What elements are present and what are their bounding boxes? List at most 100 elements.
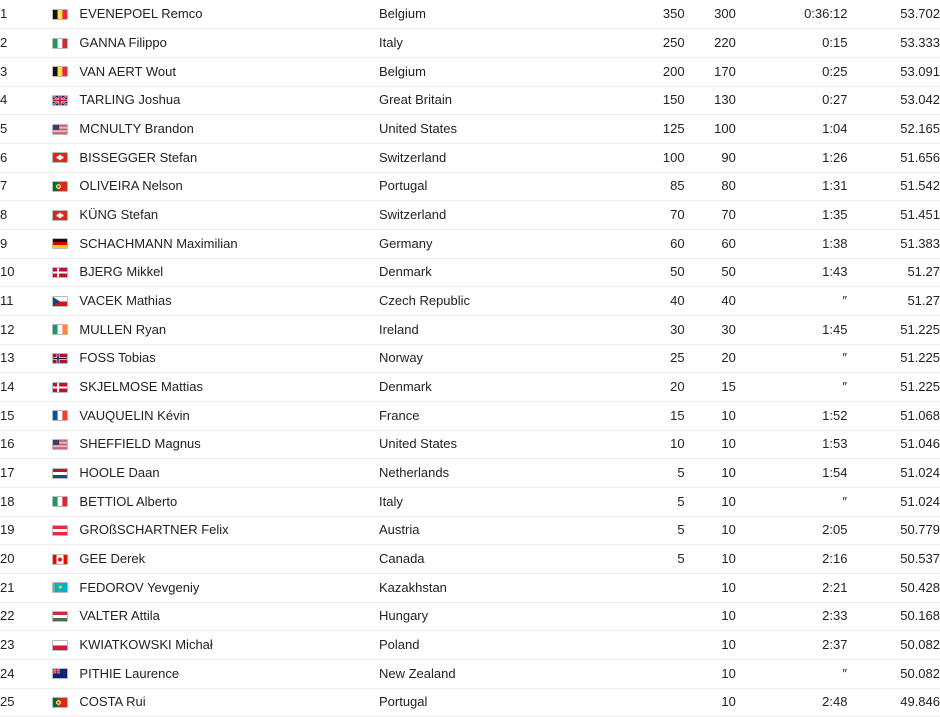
uci-points-cell: 60 — [626, 229, 685, 259]
flag-denmark-icon — [52, 266, 69, 278]
table-row[interactable]: 19 GROßSCHARTNER Felix Austria 5 10 2:05 50.77… — [0, 516, 940, 546]
rider-name-cell[interactable]: TARLING Joshua — [79, 86, 379, 116]
country-cell: Poland — [378, 630, 627, 660]
ranking-points-cell: 50 — [684, 258, 736, 288]
country-cell: Switzerland — [378, 143, 627, 173]
table-row[interactable]: 18 BETTIOL Alberto Italy 5 10 ″ 51.024 — [0, 487, 940, 517]
rank-cell: 18 — [0, 487, 53, 517]
rider-name-cell[interactable]: GANNA Filippo — [79, 28, 379, 58]
rank-cell: 17 — [0, 458, 53, 488]
table-row[interactable]: 6 BISSEGGER Stefan Switzerland 100 90 1:26 51.… — [0, 143, 940, 173]
time-cell: 1:26 — [735, 143, 848, 173]
avg-speed-cell: 53.042 — [847, 86, 940, 116]
table-row[interactable]: 9 SCHACHMANN Maximilian Germany 60 60 1:38 51.… — [0, 229, 940, 259]
table-row[interactable]: 23 KWIATKOWSKI Michał Poland 10 2:37 50.082 — [0, 630, 940, 660]
rider-name-cell[interactable]: BETTIOL Alberto — [79, 487, 379, 517]
flag-cell — [52, 86, 80, 116]
rider-name-cell[interactable]: FOSS Tobias — [79, 344, 379, 374]
table-row[interactable]: 12 MULLEN Ryan Ireland 30 30 1:45 51.225 — [0, 315, 940, 345]
table-row[interactable]: 16 SHEFFIELD Magnus United States 10 10 1:53 5… — [0, 430, 940, 460]
ranking-points-cell: 15 — [684, 372, 736, 402]
country-cell: Czech Republic — [378, 286, 627, 316]
table-row[interactable]: 7 OLIVEIRA Nelson Portugal 85 80 1:31 51.542 — [0, 172, 940, 202]
rider-name-cell[interactable]: VALTER Attila — [79, 602, 379, 632]
table-row[interactable]: 15 VAUQUELIN Kévin France 15 10 1:52 51.068 — [0, 401, 940, 431]
rider-name-cell[interactable]: VAUQUELIN Kévin — [79, 401, 379, 431]
time-cell: 1:04 — [735, 114, 848, 144]
table-row[interactable]: 25 COSTA Rui Portugal 10 2:48 49.846 — [0, 688, 940, 717]
rider-name-cell[interactable]: GEE Derek — [79, 544, 379, 574]
rider-name-cell[interactable]: FEDOROV Yevgeniy — [79, 573, 379, 603]
table-row[interactable]: 2 GANNA Filippo Italy 250 220 0:15 53.333 — [0, 28, 940, 58]
table-row[interactable]: 11 VACEK Mathias Czech Republic 40 40 ″ 51.27 — [0, 286, 940, 316]
country-cell: Italy — [378, 487, 627, 517]
flag-united-states-icon — [52, 123, 69, 135]
rider-name-cell[interactable]: SCHACHMANN Maximilian — [79, 229, 379, 259]
table-row[interactable]: 13 FOSS Tobias Norway 25 20 ″ 51.225 — [0, 344, 940, 374]
rider-name-cell[interactable]: KÜNG Stefan — [79, 200, 379, 230]
rider-name-cell[interactable]: KWIATKOWSKI Michał — [79, 630, 379, 660]
table-row[interactable]: 17 HOOLE Daan Netherlands 5 10 1:54 51.024 — [0, 458, 940, 488]
rider-name-cell[interactable]: MCNULTY Brandon — [79, 114, 379, 144]
rider-name-cell[interactable]: SHEFFIELD Magnus — [79, 430, 379, 460]
avg-speed-cell: 53.091 — [847, 57, 940, 87]
flag-cell — [52, 487, 80, 517]
country-cell: France — [378, 401, 627, 431]
country-cell: Denmark — [378, 372, 627, 402]
rider-name-cell[interactable]: SKJELMOSE Mattias — [79, 372, 379, 402]
table-row[interactable]: 22 VALTER Attila Hungary 10 2:33 50.168 — [0, 602, 940, 632]
rider-name-cell[interactable]: HOOLE Daan — [79, 458, 379, 488]
rider-name-cell[interactable]: GROßSCHARTNER Felix — [79, 516, 379, 546]
avg-speed-cell: 53.702 — [847, 0, 940, 30]
ranking-points-cell: 10 — [684, 401, 736, 431]
avg-speed-cell: 51.27 — [847, 258, 940, 288]
uci-points-cell — [626, 688, 685, 717]
ranking-points-cell: 20 — [684, 344, 736, 374]
rider-name-cell[interactable]: OLIVEIRA Nelson — [79, 172, 379, 202]
table-row[interactable]: 1 EVENEPOEL Remco Belgium 350 300 0:36:12 53.7… — [0, 0, 940, 30]
uci-points-cell: 70 — [626, 200, 685, 230]
ranking-points-cell: 10 — [684, 487, 736, 517]
time-cell: 1:38 — [735, 229, 848, 259]
table-row[interactable]: 14 SKJELMOSE Mattias Denmark 20 15 ″ 51.225 — [0, 372, 940, 402]
flag-cell — [52, 659, 80, 689]
uci-points-cell: 15 — [626, 401, 685, 431]
ranking-points-cell: 10 — [684, 430, 736, 460]
rank-cell: 24 — [0, 659, 53, 689]
results-table: 1 EVENEPOEL Remco Belgium 350 300 0:36:12 53.7… — [0, 0, 940, 717]
flag-cell — [52, 516, 80, 546]
uci-points-cell — [626, 659, 685, 689]
table-row[interactable]: 4 TARLING Joshua Great Britain 150 130 0:27 53… — [0, 86, 940, 116]
flag-denmark-icon — [52, 381, 69, 393]
country-cell: Germany — [378, 229, 627, 259]
rider-name-cell[interactable]: VACEK Mathias — [79, 286, 379, 316]
rider-name-cell[interactable]: BISSEGGER Stefan — [79, 143, 379, 173]
avg-speed-cell: 51.225 — [847, 372, 940, 402]
rider-name-cell[interactable]: BJERG Mikkel — [79, 258, 379, 288]
flag-cell — [52, 602, 80, 632]
rider-name-cell[interactable]: COSTA Rui — [79, 688, 379, 717]
table-row[interactable]: 3 VAN AERT Wout Belgium 200 170 0:25 53.091 — [0, 57, 940, 87]
table-row[interactable]: 10 BJERG Mikkel Denmark 50 50 1:43 51.27 — [0, 258, 940, 288]
table-row[interactable]: 21 FEDOROV Yevgeniy Kazakhstan 10 2:21 50.428 — [0, 573, 940, 603]
flag-portugal-icon — [52, 696, 69, 708]
flag-switzerland-icon — [52, 209, 69, 221]
time-cell: 1:52 — [735, 401, 848, 431]
rider-name-cell[interactable]: VAN AERT Wout — [79, 57, 379, 87]
table-row[interactable]: 5 MCNULTY Brandon United States 125 100 1:04 5… — [0, 114, 940, 144]
rider-name-cell[interactable]: PITHIE Laurence — [79, 659, 379, 689]
ranking-points-cell: 130 — [684, 86, 736, 116]
country-cell: United States — [378, 114, 627, 144]
time-cell: ″ — [735, 344, 848, 374]
table-row[interactable]: 20 GEE Derek Canada 5 10 2:16 50.537 — [0, 544, 940, 574]
country-cell: Belgium — [378, 0, 627, 30]
uci-points-cell: 150 — [626, 86, 685, 116]
rider-name-cell[interactable]: EVENEPOEL Remco — [79, 0, 379, 30]
table-row[interactable]: 8 KÜNG Stefan Switzerland 70 70 1:35 51.451 — [0, 200, 940, 230]
uci-points-cell — [626, 573, 685, 603]
flag-united-states-icon — [52, 438, 69, 450]
ranking-points-cell: 10 — [684, 659, 736, 689]
time-cell: 2:37 — [735, 630, 848, 660]
rider-name-cell[interactable]: MULLEN Ryan — [79, 315, 379, 345]
table-row[interactable]: 24 PITHIE Laurence New Zealand 10 ″ 50.082 — [0, 659, 940, 689]
